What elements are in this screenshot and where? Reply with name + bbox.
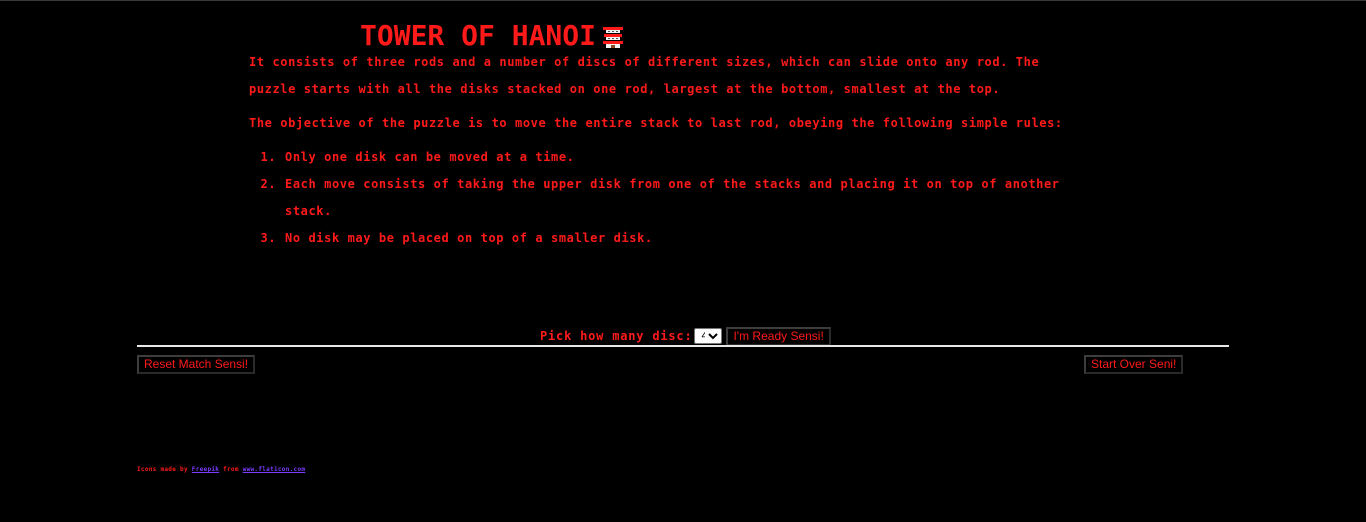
page-title: TOWER OF HANOI <box>360 19 597 52</box>
hanoi-tower-icon <box>602 24 624 48</box>
disc-picker-label: Pick how many disc: <box>540 329 693 343</box>
reset-match-button[interactable]: Reset Match Sensi! <box>137 355 256 374</box>
intro-paragraph-2: The objective of the puzzle is to move t… <box>249 116 1063 130</box>
credits-author-link[interactable]: Freepik <box>192 466 219 473</box>
rule-item: Each move consists of taking the upper d… <box>284 171 1069 225</box>
intro-paragraph-1: It consists of three rods and a number o… <box>249 55 1040 96</box>
disc-count-select[interactable]: 4 <box>694 328 723 344</box>
credits-middle: from <box>223 466 239 473</box>
disc-picker-row: Pick how many disc: 4 I'm Ready Sensi! <box>540 326 831 346</box>
title-row: TOWER OF HANOI <box>360 19 624 53</box>
rules-list: Only one disk can be moved at a time. Ea… <box>249 144 1069 252</box>
credits-prefix: Icons made by <box>137 466 188 473</box>
ready-button[interactable]: I'm Ready Sensi! <box>726 326 831 346</box>
rule-item: Only one disk can be moved at a time. <box>284 144 1069 171</box>
divider <box>137 345 1229 347</box>
start-over-button[interactable]: Start Over Seni! <box>1084 355 1184 374</box>
credits-site-link[interactable]: www.flaticon.com <box>243 466 306 473</box>
rule-item: No disk may be placed on top of a smalle… <box>284 225 1069 252</box>
intro-text: It consists of three rods and a number o… <box>249 49 1069 252</box>
icon-credits: Icons made by Freepik from www.flaticon.… <box>137 466 305 473</box>
